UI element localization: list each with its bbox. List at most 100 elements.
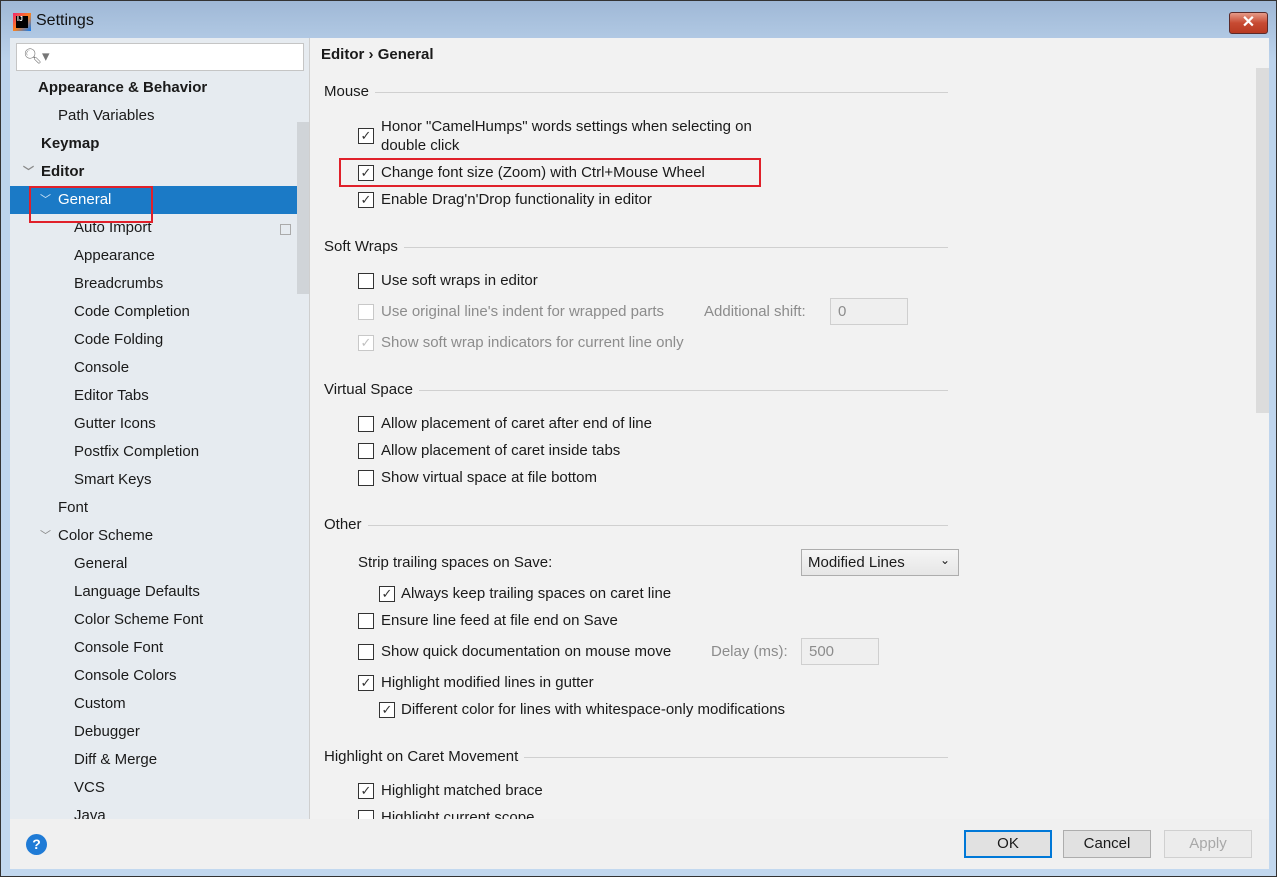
tree-item[interactable]: Code Completion — [10, 298, 297, 326]
highlight-modified-checkbox[interactable]: ✓ — [358, 675, 374, 691]
line-feed-checkbox[interactable] — [358, 613, 374, 629]
breadcrumb-current: General — [377, 46, 434, 63]
section-other: Other — [324, 515, 948, 535]
tree-item-label: Console — [74, 359, 130, 376]
caret-after-end-checkbox[interactable] — [358, 416, 374, 432]
camelhumps-checkbox[interactable]: ✓ — [358, 128, 374, 144]
caret-after-end-label: Allow placement of caret after end of li… — [381, 415, 652, 432]
tree-item[interactable]: Path Variables — [10, 102, 297, 130]
original-indent-label: Use original line's indent for wrapped p… — [381, 303, 665, 320]
camelhumps-label: Honor "CamelHumps" words settings when s… — [381, 118, 752, 135]
search-input[interactable]: 🔍︎▾ — [16, 43, 304, 71]
dialog-footer: ? OK Cancel Apply — [10, 819, 1269, 869]
tree-item-label: Code Completion — [74, 303, 190, 320]
tree-item[interactable]: Appearance — [10, 242, 297, 270]
intellij-logo-icon: IJ — [13, 13, 31, 31]
tree-item-label: Path Variables — [58, 107, 155, 124]
zoom-ctrl-wheel-checkbox[interactable]: ✓ — [358, 165, 374, 181]
cancel-button[interactable]: Cancel — [1063, 830, 1151, 858]
tree-item[interactable]: Editor Tabs — [10, 382, 297, 410]
highlight-modified-label: Highlight modified lines in gutter — [381, 674, 594, 691]
tree-item-label: Appearance & Behavior — [38, 79, 208, 96]
tree-item[interactable]: General — [10, 550, 297, 578]
delay-input[interactable]: 500 — [801, 638, 879, 665]
tree-item[interactable]: Console — [10, 354, 297, 382]
tree-item[interactable]: Java — [10, 802, 297, 819]
wrap-indicators-label: Show soft wrap indicators for current li… — [381, 334, 684, 351]
tree-item[interactable]: Postfix Completion — [10, 438, 297, 466]
tree-item[interactable]: Color Scheme Font — [10, 606, 297, 634]
virtual-bottom-label: Show virtual space at file bottom — [381, 469, 597, 486]
tree-item-label: General — [74, 555, 128, 572]
tree-item[interactable]: Code Folding — [10, 326, 297, 354]
strip-trailing-dropdown[interactable]: Modified Lines ⌄ — [801, 549, 959, 576]
title-bar: IJ Settings ✕ — [1, 1, 1276, 37]
additional-shift-input[interactable]: 0 — [830, 298, 908, 325]
whitespace-diff-checkbox[interactable]: ✓ — [379, 702, 395, 718]
additional-shift-label: Additional shift: — [704, 303, 806, 320]
line-feed-label: Ensure line feed at file end on Save — [381, 612, 618, 629]
tree-item[interactable]: Breadcrumbs — [10, 270, 297, 298]
tree-item-label: Appearance — [74, 247, 155, 264]
content-scrollbar-thumb[interactable] — [1256, 68, 1269, 413]
breadcrumb-parent[interactable]: Editor — [321, 46, 364, 63]
soft-wraps-checkbox[interactable] — [358, 273, 374, 289]
tree-item[interactable]: Console Colors — [10, 662, 297, 690]
tree-item[interactable]: Font — [10, 494, 297, 522]
caret-tabs-label: Allow placement of caret inside tabs — [381, 442, 621, 459]
quick-doc-checkbox[interactable] — [358, 644, 374, 660]
tree-item[interactable]: Custom — [10, 690, 297, 718]
tree-item-label: Postfix Completion — [74, 443, 200, 460]
help-icon[interactable]: ? — [26, 834, 47, 855]
tree-item[interactable]: Debugger — [10, 718, 297, 746]
tree-item[interactable]: Console Font — [10, 634, 297, 662]
section-mouse: Mouse — [324, 82, 948, 102]
ok-button[interactable]: OK — [964, 830, 1052, 858]
tree-scrollbar-thumb[interactable] — [297, 122, 309, 294]
drag-drop-checkbox[interactable]: ✓ — [358, 192, 374, 208]
section-caret-movement: Highlight on Caret Movement — [324, 747, 948, 767]
drag-drop-label: Enable Drag'n'Drop functionality in edit… — [381, 191, 652, 208]
tree-item-label: Font — [58, 499, 89, 516]
tree-item-label: Language Defaults — [74, 583, 200, 600]
strip-trailing-label: Strip trailing spaces on Save: — [358, 554, 553, 571]
tree-item-label: Diff & Merge — [74, 751, 158, 768]
search-icon: 🔍︎▾ — [23, 48, 50, 65]
wrap-indicators-checkbox[interactable]: ✓ — [358, 335, 374, 351]
tree-item[interactable]: ﹀ Color Scheme — [10, 522, 297, 550]
chevron-down-icon: ⌄ — [939, 553, 950, 567]
tree-item[interactable]: Appearance & Behavior — [10, 74, 297, 102]
close-button[interactable]: ✕ — [1229, 12, 1268, 34]
whitespace-diff-label: Different color for lines with whitespac… — [401, 701, 786, 718]
tree-item[interactable]: ﹀ Editor — [10, 158, 297, 186]
section-title: Soft Wraps — [324, 238, 404, 255]
settings-tree-panel: 🔍︎▾ Appearance & Behavior Path Variables K… — [10, 38, 310, 819]
tree-item[interactable]: Diff & Merge — [10, 746, 297, 774]
delay-label: Delay (ms): — [711, 643, 788, 660]
chevron-down-icon[interactable]: ﹀ — [40, 522, 51, 550]
current-scope-checkbox[interactable] — [358, 810, 374, 819]
matched-brace-checkbox[interactable]: ✓ — [358, 783, 374, 799]
tree-item[interactable]: Gutter Icons — [10, 410, 297, 438]
chevron-down-icon[interactable]: ﹀ — [23, 158, 34, 186]
section-title: Other — [324, 516, 368, 533]
tree-item[interactable]: VCS — [10, 774, 297, 802]
keep-trailing-checkbox[interactable]: ✓ — [379, 586, 395, 602]
tree-item-label: Smart Keys — [74, 471, 152, 488]
original-indent-checkbox[interactable] — [358, 304, 374, 320]
matched-brace-label: Highlight matched brace — [381, 782, 543, 799]
window-title: Settings — [36, 12, 94, 29]
tree-item[interactable]: Language Defaults — [10, 578, 297, 606]
tree-item[interactable]: Smart Keys — [10, 466, 297, 494]
section-title: Virtual Space — [324, 381, 419, 398]
tree-item-label: Breadcrumbs — [74, 275, 164, 292]
tree-item[interactable]: Keymap — [10, 130, 297, 158]
section-virtual-space: Virtual Space — [324, 380, 948, 400]
settings-window: IJ Settings ✕ 🔍︎▾ Appearance & Behavior P… — [0, 0, 1277, 877]
caret-tabs-checkbox[interactable] — [358, 443, 374, 459]
camelhumps-label-line2: double click — [381, 137, 460, 154]
apply-button[interactable]: Apply — [1164, 830, 1252, 858]
soft-wraps-label: Use soft wraps in editor — [381, 272, 538, 289]
tree-item-label: Console Colors — [74, 667, 177, 684]
virtual-bottom-checkbox[interactable] — [358, 470, 374, 486]
